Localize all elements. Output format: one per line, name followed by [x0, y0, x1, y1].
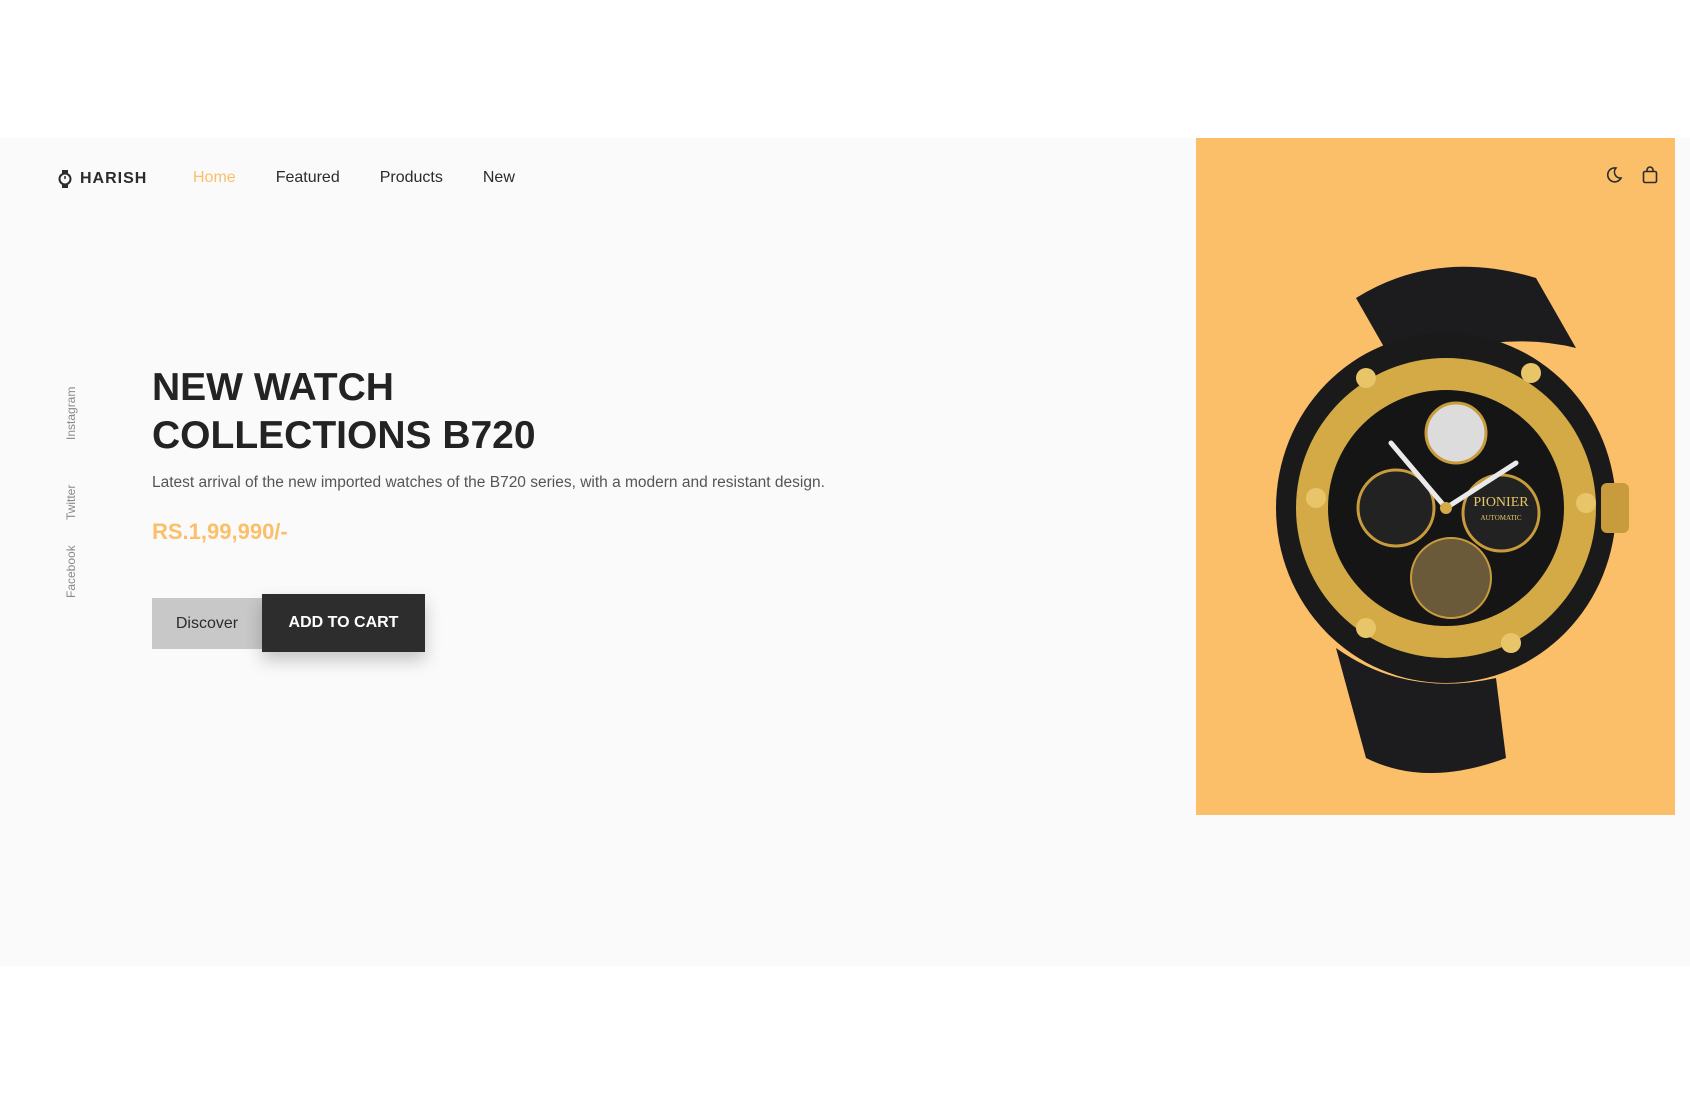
hero-price: RS.1,99,990/- [152, 519, 288, 544]
social-instagram[interactable]: Instagram [58, 387, 84, 440]
brand-name: HARISH [80, 170, 148, 187]
main-nav: Home Featured Products New [193, 169, 515, 187]
header-actions [1605, 166, 1659, 189]
hero-description: Latest arrival of the new imported watch… [152, 474, 825, 491]
nav-featured[interactable]: Featured [276, 169, 340, 187]
social-instagram-label: Instagram [64, 386, 78, 440]
nav-home[interactable]: Home [193, 169, 236, 187]
watch-brand-text: PIONIER [1473, 495, 1529, 510]
brand-logo[interactable]: HARISH [58, 168, 147, 190]
social-facebook[interactable]: Facebook [58, 545, 84, 598]
social-twitter-label: Twitter [64, 484, 78, 520]
watch-icon [58, 170, 72, 188]
hero-title: NEW WATCH COLLECTIONS B720 [152, 364, 672, 460]
product-image-panel: PIONIER AUTOMATIC [1196, 138, 1675, 815]
social-links: Instagram Twitter Facebook [58, 387, 84, 630]
watch-product-image: PIONIER AUTOMATIC [1276, 266, 1629, 773]
hero-title-line2: COLLECTIONS B720 [152, 414, 536, 457]
social-facebook-label: Facebook [64, 545, 78, 598]
moon-icon[interactable] [1605, 166, 1623, 189]
nav-products[interactable]: Products [380, 169, 443, 187]
discover-button[interactable]: Discover [152, 598, 262, 649]
hero-title-line1: NEW WATCH [152, 366, 394, 409]
add-to-cart-button[interactable]: ADD TO CART [262, 594, 425, 652]
watch-sub-text: AUTOMATIC [1480, 514, 1521, 522]
page-section: HARISH Home Featured Products New Instag… [0, 138, 1690, 966]
nav-new[interactable]: New [483, 169, 515, 187]
shopping-bag-icon[interactable] [1641, 166, 1659, 189]
social-twitter[interactable]: Twitter [58, 485, 84, 520]
